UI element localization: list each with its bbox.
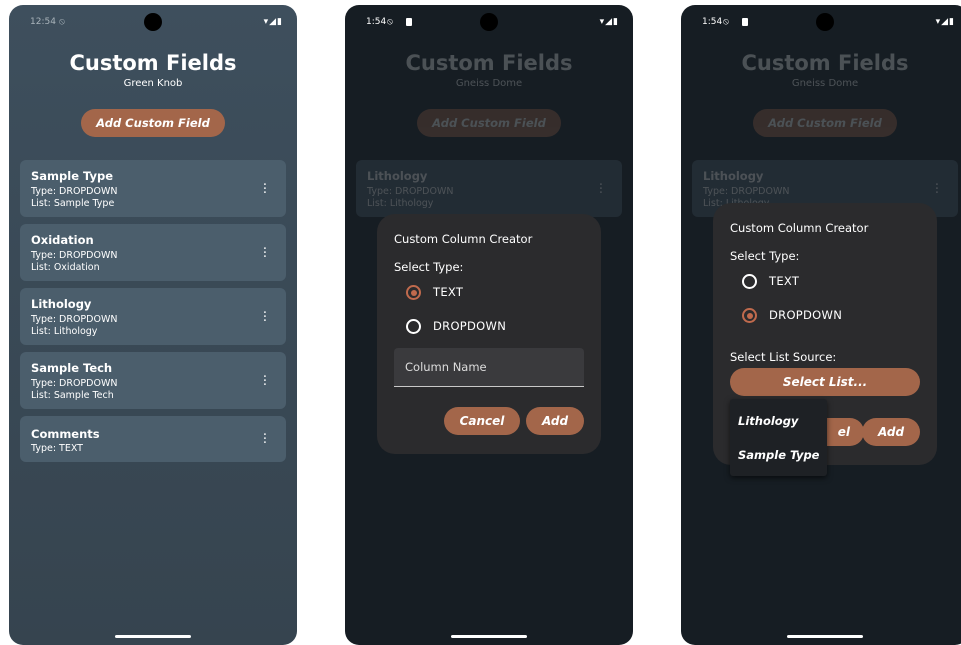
radio-text[interactable]: [406, 285, 421, 300]
list-source-label: Select List Source:: [730, 350, 837, 364]
more-vert-icon[interactable]: · · ·: [262, 307, 268, 328]
field-card[interactable]: Sample Tech Type: DROPDOWN List: Sample …: [20, 352, 286, 409]
list-source-dropdown-menu: Lithology Sample Type: [730, 399, 827, 476]
column-name-field[interactable]: Column Name: [394, 348, 584, 387]
field-card: Lithology Type: DROPDOWN List: Lithology…: [356, 160, 622, 217]
add-custom-field-button: Add Custom Field: [417, 109, 561, 137]
more-vert-icon[interactable]: · · ·: [262, 243, 268, 264]
status-time: 12:54: [30, 17, 56, 27]
cancel-button-label: el: [837, 425, 850, 439]
field-card[interactable]: Comments Type: TEXT · · ·: [20, 416, 286, 462]
more-vert-icon[interactable]: · · ·: [262, 429, 268, 450]
column-name-placeholder: Column Name: [405, 360, 487, 374]
wifi-signal-battery-icon: ▾◢▮: [599, 17, 619, 27]
add-custom-field-button: Add Custom Field: [753, 109, 897, 137]
radio-text[interactable]: [742, 274, 757, 289]
radio-dropdown[interactable]: [742, 308, 757, 323]
camera-cutout: [816, 13, 834, 31]
dialog-title: Custom Column Creator: [730, 221, 869, 235]
status-bar: 1:54 ⦸ ▾◢▮: [681, 5, 961, 39]
field-name: Lithology: [31, 297, 92, 311]
field-type: Type: DROPDOWN: [703, 186, 790, 197]
phone-custom-column-dialog-text: 1:54 ⦸ ▾◢▮ Custom Fields Gneiss Dome Add…: [345, 5, 633, 645]
more-vert-icon[interactable]: · · ·: [262, 371, 268, 392]
status-bar: 12:54 ⦸ ▾◢▮: [9, 5, 297, 39]
field-name: Oxidation: [31, 233, 94, 247]
sim-icon: [406, 18, 412, 26]
status-time: 1:54: [366, 17, 387, 27]
phone-custom-fields-list: 12:54 ⦸ ▾◢▮ Custom Fields Green Knob Add…: [9, 5, 297, 645]
field-card[interactable]: Sample Type Type: DROPDOWN List: Sample …: [20, 160, 286, 217]
field-card[interactable]: Lithology Type: DROPDOWN List: Lithology…: [20, 288, 286, 345]
field-name: Lithology: [703, 169, 764, 183]
radio-dropdown-label[interactable]: DROPDOWN: [769, 308, 842, 322]
select-type-label: Select Type:: [730, 249, 800, 263]
menu-item-lithology[interactable]: Lithology: [738, 414, 798, 428]
field-type: Type: DROPDOWN: [31, 314, 118, 325]
page-title: Custom Fields: [741, 51, 909, 75]
page-title: Custom Fields: [405, 51, 573, 75]
field-name: Sample Tech: [31, 361, 113, 375]
more-vert-icon: · · ·: [598, 178, 604, 201]
page-subtitle: Gneiss Dome: [455, 78, 523, 89]
dialog-title: Custom Column Creator: [394, 232, 533, 246]
page-title: Custom Fields: [69, 51, 237, 75]
field-list: List: Lithology: [31, 326, 98, 337]
field-type: Type: TEXT: [31, 443, 83, 454]
field-type: Type: DROPDOWN: [31, 186, 118, 197]
custom-column-dialog: Custom Column Creator Select Type: TEXT …: [377, 214, 601, 454]
field-name: Comments: [31, 427, 100, 441]
dnd-icon: ⦸: [723, 17, 729, 27]
field-list: List: Sample Type: [31, 198, 115, 209]
wifi-signal-battery-icon: ▾◢▮: [263, 17, 283, 27]
radio-dropdown-label[interactable]: DROPDOWN: [433, 319, 506, 333]
status-bar: 1:54 ⦸ ▾◢▮: [345, 5, 633, 39]
dnd-icon: ⦸: [59, 17, 65, 27]
more-vert-icon: · · ·: [934, 178, 940, 201]
field-type: Type: DROPDOWN: [31, 250, 118, 261]
dnd-icon: ⦸: [387, 17, 393, 27]
camera-cutout: [144, 13, 162, 31]
radio-text-label[interactable]: TEXT: [769, 274, 799, 288]
home-indicator[interactable]: [451, 635, 527, 638]
wifi-signal-battery-icon: ▾◢▮: [935, 17, 955, 27]
field-list: List: Lithology: [367, 198, 434, 209]
radio-dropdown[interactable]: [406, 319, 421, 334]
sim-icon: [742, 18, 748, 26]
field-card[interactable]: Oxidation Type: DROPDOWN List: Oxidation…: [20, 224, 286, 281]
field-type: Type: DROPDOWN: [367, 186, 454, 197]
phone-custom-column-dialog-dropdown: 1:54 ⦸ ▾◢▮ Custom Fields Gneiss Dome Add…: [681, 5, 961, 645]
cancel-button[interactable]: Cancel: [444, 407, 520, 435]
add-button[interactable]: Add: [862, 418, 920, 446]
radio-text-label[interactable]: TEXT: [433, 285, 463, 299]
more-vert-icon[interactable]: · · ·: [262, 179, 268, 200]
field-type: Type: DROPDOWN: [31, 378, 118, 389]
field-list: List: Sample Tech: [31, 390, 114, 401]
select-type-label: Select Type:: [394, 260, 464, 274]
select-list-button[interactable]: Select List...: [730, 368, 920, 396]
menu-item-sample-type[interactable]: Sample Type: [738, 448, 819, 462]
status-time: 1:54: [702, 17, 723, 27]
camera-cutout: [480, 13, 498, 31]
add-button[interactable]: Add: [526, 407, 584, 435]
home-indicator[interactable]: [115, 635, 191, 638]
field-list: List: Oxidation: [31, 262, 100, 273]
home-indicator[interactable]: [787, 635, 863, 638]
add-custom-field-button[interactable]: Add Custom Field: [81, 109, 225, 137]
page-subtitle: Green Knob: [123, 78, 183, 89]
field-name: Sample Type: [31, 169, 114, 183]
field-name: Lithology: [367, 169, 428, 183]
page-subtitle: Gneiss Dome: [791, 78, 859, 89]
